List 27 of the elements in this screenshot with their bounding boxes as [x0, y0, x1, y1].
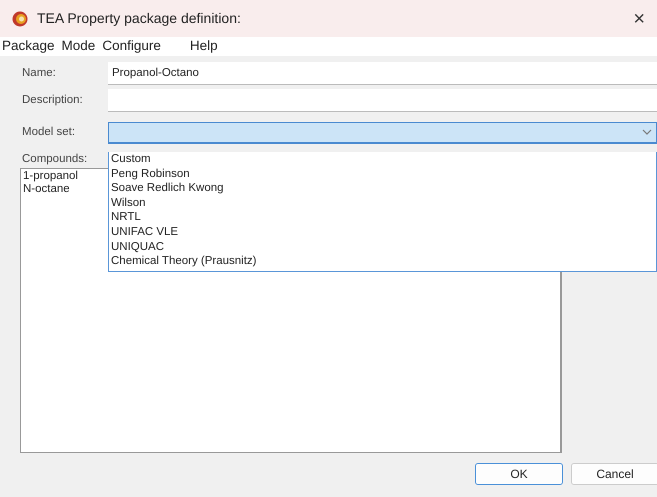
menu-item[interactable]: Package [0, 36, 60, 57]
field-label: Name: [21, 66, 57, 81]
menu-item[interactable]: Help [188, 36, 223, 57]
model-set-dropdown[interactable] [108, 122, 657, 144]
dropdown-option[interactable]: Soave Redlich Kwong [111, 181, 224, 196]
window-title: TEA Property package definition: [37, 9, 242, 28]
close-button[interactable]: × [629, 8, 649, 28]
menu-item[interactable]: Mode [60, 36, 100, 57]
dialog-button[interactable]: Cancel [571, 463, 657, 485]
compounds-label: Compounds: [21, 152, 88, 165]
dialog-button[interactable]: OK [475, 463, 563, 485]
dropdown-option[interactable]: UNIFAC VLE [111, 224, 178, 240]
dropdown-option[interactable]: Peng Robinson [111, 166, 190, 182]
field-label: Description: [21, 92, 84, 108]
field-label: Model set: [21, 124, 76, 140]
dropdown-option[interactable]: Wilson [111, 196, 146, 210]
dropdown-option[interactable]: Chemical Theory (Prausnitz) [111, 254, 257, 269]
text-field[interactable] [108, 89, 657, 112]
chevron-down-icon [642, 129, 652, 135]
list-item[interactable]: 1-propanol [23, 170, 78, 183]
dropdown-option[interactable]: Custom [111, 152, 151, 167]
menu-item[interactable]: Configure [100, 36, 166, 57]
app-icon [12, 10, 28, 26]
dropdown-option[interactable]: UNIQUAC [111, 240, 164, 254]
dropdown-option[interactable]: NRTL [111, 210, 141, 225]
list-item[interactable]: N-octane [23, 183, 70, 196]
text-field[interactable]: Propanol-Octano [108, 62, 657, 85]
